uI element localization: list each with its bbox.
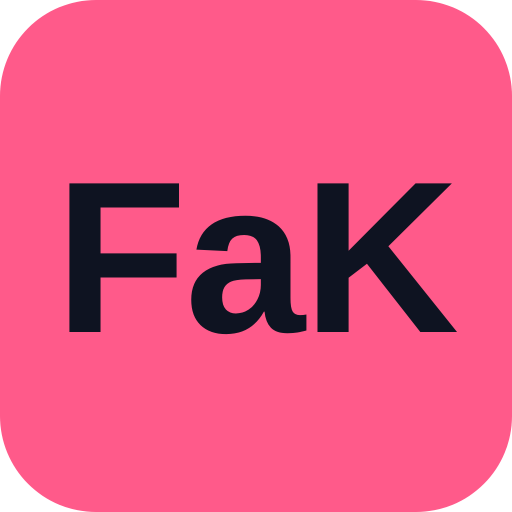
icon-monogram-text: FaK xyxy=(54,136,459,378)
app-icon: FaK xyxy=(0,0,512,512)
